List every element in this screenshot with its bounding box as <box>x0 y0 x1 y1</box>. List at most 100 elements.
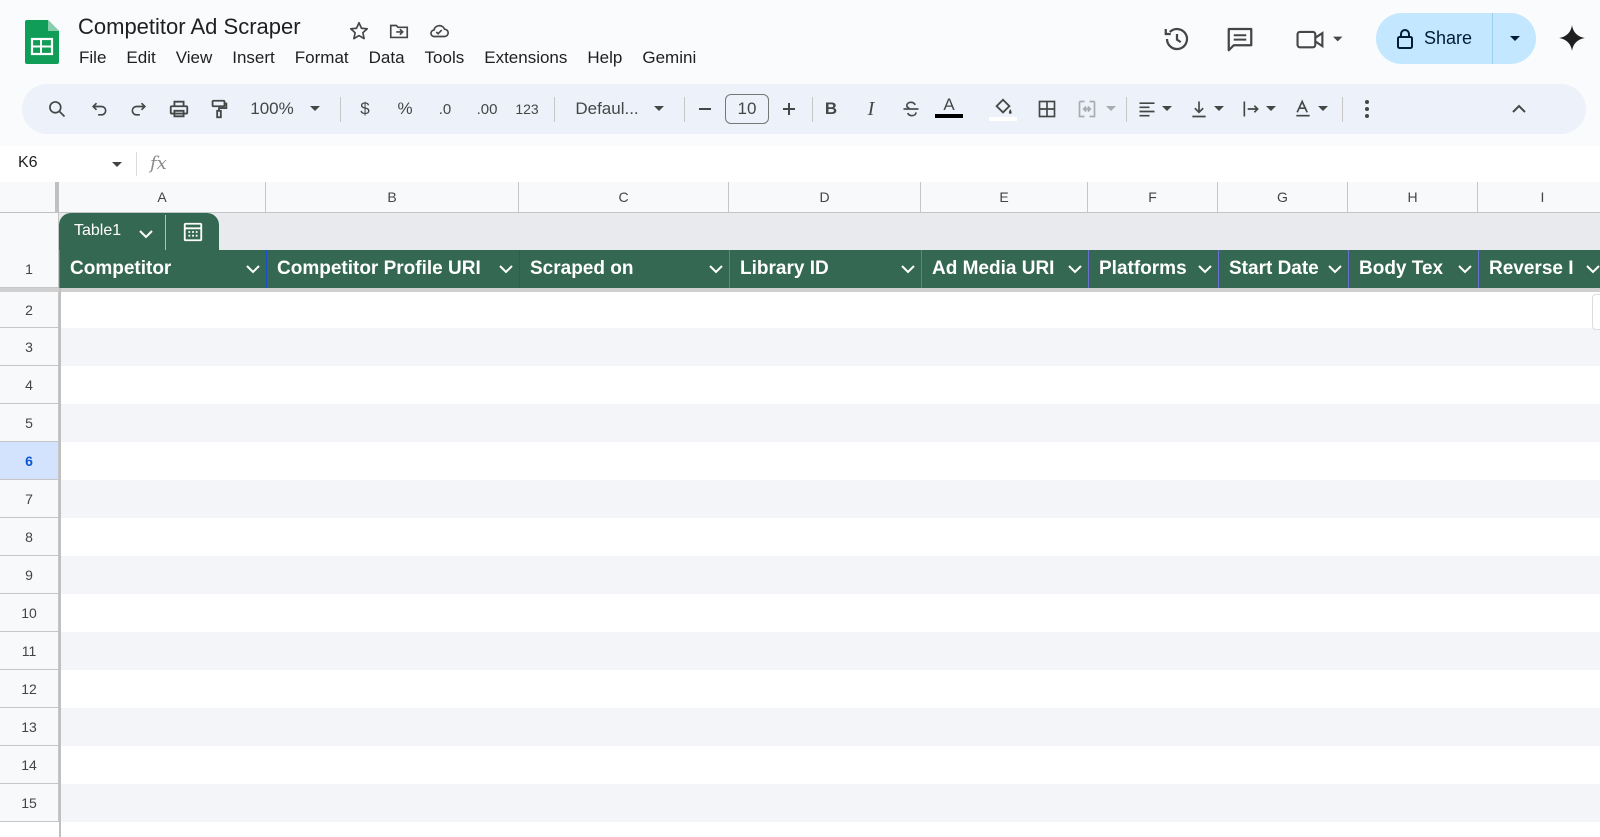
table-row[interactable] <box>59 784 1600 822</box>
row-header-13[interactable]: 13 <box>0 708 59 746</box>
row-header-2[interactable]: 2 <box>0 292 59 328</box>
name-box[interactable]: K6 <box>18 154 38 172</box>
print-icon[interactable] <box>164 84 194 134</box>
column-header-b[interactable]: B <box>266 182 519 213</box>
table-row[interactable] <box>59 708 1600 746</box>
font-size-field[interactable]: 10 <box>724 84 770 134</box>
menu-help[interactable]: Help <box>580 46 629 70</box>
table-row[interactable] <box>59 292 1600 328</box>
increase-font-size-icon[interactable] <box>776 84 802 134</box>
table-header-reverse[interactable]: Reverse I <box>1478 250 1600 288</box>
column-menu-chevron-down-icon[interactable] <box>499 260 513 284</box>
strikethrough-icon[interactable] <box>896 84 926 134</box>
table-menu-chevron-down-icon[interactable] <box>139 226 153 244</box>
font-select[interactable]: Defaul... <box>568 84 646 134</box>
text-wrap-icon[interactable] <box>1238 84 1264 134</box>
table-header-scraped-on[interactable]: Scraped on <box>519 250 729 288</box>
currency-format-button[interactable]: $ <box>350 84 380 134</box>
spreadsheet-grid[interactable]: A B C D E F G H I Table1 1 Competitor Co… <box>0 182 1600 837</box>
row-header-3[interactable]: 3 <box>0 328 59 366</box>
menu-gemini[interactable]: Gemini <box>635 46 703 70</box>
table-header-library-id[interactable]: Library ID <box>729 250 921 288</box>
table-row[interactable] <box>59 670 1600 708</box>
select-all-corner[interactable] <box>0 182 59 213</box>
menu-data[interactable]: Data <box>362 46 412 70</box>
menu-format[interactable]: Format <box>288 46 356 70</box>
table-row[interactable] <box>59 556 1600 594</box>
table-header-start-date[interactable]: Start Date <box>1218 250 1348 288</box>
paint-format-icon[interactable] <box>204 84 234 134</box>
menu-file[interactable]: File <box>72 46 113 70</box>
move-folder-icon[interactable] <box>383 18 415 44</box>
table-row[interactable] <box>59 594 1600 632</box>
fill-color-icon[interactable] <box>986 84 1020 134</box>
column-menu-chevron-down-icon[interactable] <box>1328 260 1342 284</box>
increase-decimal-button[interactable]: .00 <box>470 84 504 134</box>
wrap-chevron-down-icon[interactable] <box>1264 84 1278 134</box>
column-header-f[interactable]: F <box>1088 182 1218 213</box>
column-menu-chevron-down-icon[interactable] <box>1586 260 1600 284</box>
star-icon[interactable] <box>343 18 375 44</box>
column-header-a[interactable]: A <box>59 182 266 213</box>
gemini-sparkle-icon[interactable] <box>1558 24 1586 57</box>
bold-button[interactable]: B <box>816 84 846 134</box>
row-header-4[interactable]: 4 <box>0 366 59 404</box>
font-chevron-down-icon[interactable] <box>652 84 666 134</box>
menu-edit[interactable]: Edit <box>119 46 162 70</box>
menu-insert[interactable]: Insert <box>225 46 282 70</box>
search-menus-icon[interactable] <box>42 84 72 134</box>
vertical-scrollbar[interactable] <box>1592 294 1600 330</box>
row-header-1[interactable]: 1 <box>0 250 59 288</box>
percent-format-button[interactable]: % <box>390 84 420 134</box>
italic-button[interactable]: I <box>856 84 886 134</box>
decrease-decimal-button[interactable]: .0 <box>430 84 460 134</box>
table-row[interactable] <box>59 480 1600 518</box>
column-menu-chevron-down-icon[interactable] <box>1458 260 1472 284</box>
text-color-button[interactable]: A <box>934 84 964 134</box>
column-menu-chevron-down-icon[interactable] <box>246 260 260 284</box>
undo-icon[interactable] <box>84 84 114 134</box>
row-header-6-selected[interactable]: 6 <box>0 442 59 480</box>
more-options-icon[interactable] <box>1352 84 1382 134</box>
table-row[interactable] <box>59 366 1600 404</box>
table-row[interactable] <box>59 518 1600 556</box>
column-menu-chevron-down-icon[interactable] <box>1068 260 1082 284</box>
vertical-align-icon[interactable] <box>1186 84 1212 134</box>
sheets-logo-icon[interactable] <box>25 20 59 64</box>
merge-chevron-down-icon[interactable] <box>1104 84 1118 134</box>
column-header-d[interactable]: D <box>729 182 921 213</box>
row-header-14[interactable]: 14 <box>0 746 59 784</box>
formula-input[interactable] <box>180 150 1580 178</box>
halign-chevron-down-icon[interactable] <box>1160 84 1174 134</box>
horizontal-align-icon[interactable] <box>1134 84 1160 134</box>
table-row[interactable] <box>59 404 1600 442</box>
menu-view[interactable]: View <box>169 46 220 70</box>
merge-cells-icon[interactable] <box>1072 84 1102 134</box>
row-header-11[interactable]: 11 <box>0 632 59 670</box>
column-header-c[interactable]: C <box>519 182 729 213</box>
table-header-competitor-profile-uri[interactable]: Competitor Profile URI <box>266 250 519 288</box>
cloud-saved-icon[interactable] <box>423 18 455 44</box>
table-tab[interactable]: Table1 <box>59 213 219 250</box>
rotation-chevron-down-icon[interactable] <box>1316 84 1330 134</box>
row-header-12[interactable]: 12 <box>0 670 59 708</box>
valign-chevron-down-icon[interactable] <box>1212 84 1226 134</box>
name-box-chevron-down-icon[interactable] <box>112 162 122 167</box>
table-row[interactable] <box>59 746 1600 784</box>
decrease-font-size-icon[interactable] <box>692 84 718 134</box>
borders-icon[interactable] <box>1032 84 1062 134</box>
row-header-10[interactable]: 10 <box>0 594 59 632</box>
row-header-8[interactable]: 8 <box>0 518 59 556</box>
more-formats-button[interactable]: 123 <box>510 84 544 134</box>
table-header-ad-media-uri[interactable]: Ad Media URI <box>921 250 1088 288</box>
table-header-body-text[interactable]: Body Tex <box>1348 250 1478 288</box>
table-row[interactable] <box>59 632 1600 670</box>
column-header-g[interactable]: G <box>1218 182 1348 213</box>
column-header-e[interactable]: E <box>921 182 1088 213</box>
column-header-i[interactable]: I <box>1478 182 1600 213</box>
redo-icon[interactable] <box>124 84 154 134</box>
table-header-platforms[interactable]: Platforms <box>1088 250 1218 288</box>
comments-icon[interactable] <box>1223 22 1257 56</box>
collapse-toolbar-icon[interactable] <box>1504 84 1534 134</box>
table-header-competitor[interactable]: Competitor <box>59 250 266 288</box>
